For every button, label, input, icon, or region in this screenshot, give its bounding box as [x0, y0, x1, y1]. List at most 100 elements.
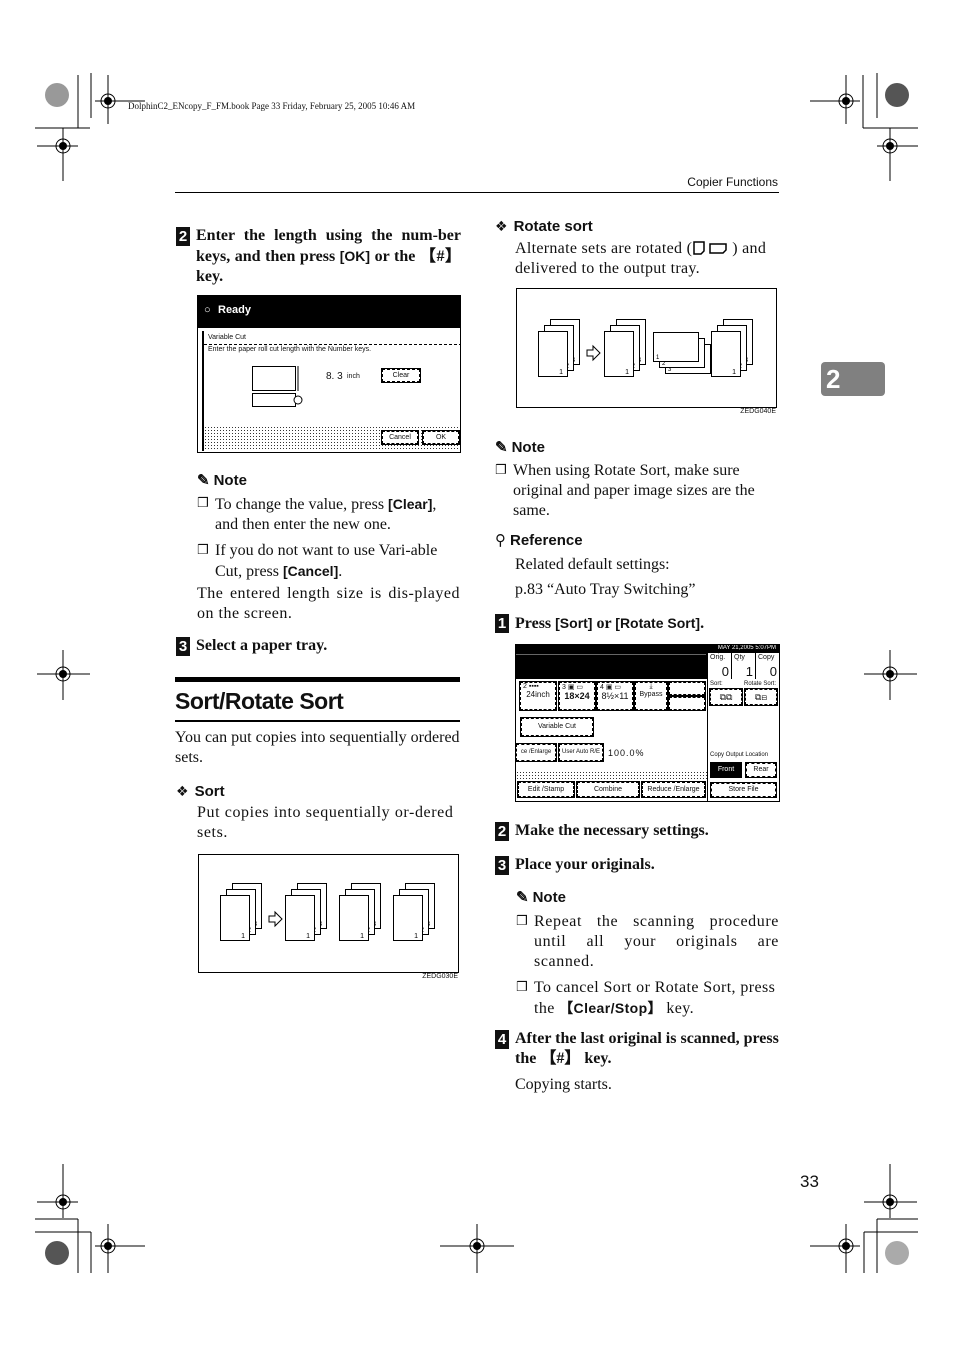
page-label: 1 — [414, 933, 418, 940]
sort-figure: 321 321 321 321 — [198, 854, 459, 973]
note-text: When using Rotate Sort, make sure origin… — [513, 462, 755, 519]
note-heading: ✎ Note — [495, 438, 545, 457]
note-text: . — [338, 563, 343, 580]
qty-value: 1 — [745, 664, 753, 679]
step-text: key. — [196, 268, 224, 285]
step-text: or the — [370, 248, 420, 265]
tray-size: 8½×11 — [601, 691, 629, 701]
rotated-stack: 321 — [653, 332, 711, 374]
step-number: 2 — [495, 822, 509, 841]
rotate-sort-description: Alternate sets are rotated () and delive… — [515, 239, 779, 279]
ready-icon: ○ — [204, 304, 211, 316]
length-unit: inch — [347, 373, 360, 380]
diamond-bullet-icon: ❖ — [176, 783, 189, 800]
blank-tray-button[interactable] — [668, 681, 706, 696]
pencil-icon: ✎ — [197, 472, 210, 489]
sort-label: Sort: — [710, 681, 723, 687]
datetime: MAY 21,2005 5:07PM — [717, 645, 776, 651]
step-text: key. — [580, 1050, 612, 1067]
variable-cut-button[interactable]: Variable Cut — [520, 717, 594, 737]
tray-3-button[interactable]: 3 ▣ ▭ 18×24 — [558, 681, 596, 711]
rotate-sort-heading: ❖ Rotate sort — [495, 218, 593, 235]
note-item: ❒ To change the value, press [Clear], an… — [197, 494, 460, 535]
cancel-button[interactable]: Cancel — [381, 430, 419, 445]
note-item: ❒ Repeat the scanning procedure until al… — [516, 912, 779, 972]
sort-button[interactable]: ⧉⧉ — [709, 688, 743, 706]
page-sheet — [538, 331, 568, 377]
tray-number: 4 — [600, 684, 604, 691]
length-value: 8. 3 — [326, 371, 343, 382]
step-3-select-tray: 3 Select a paper tray. — [176, 636, 461, 656]
bypass-button[interactable]: ⤓ Bypass — [634, 681, 668, 711]
sorted-set: 321 — [339, 883, 381, 941]
step-number: 4 — [495, 1030, 509, 1049]
original-stack: 321 — [538, 319, 580, 377]
note-text: To change the value, press — [215, 496, 389, 513]
magnifier-icon: ⚲ — [495, 531, 506, 549]
dotted-strip — [516, 771, 707, 780]
user-auto-re-button[interactable]: User Auto R/E — [558, 743, 604, 762]
running-head: Copier Functions — [687, 175, 778, 189]
combine-button[interactable]: Combine — [576, 781, 640, 798]
store-file-button[interactable]: Store File — [710, 782, 777, 798]
rotate-sort-button[interactable]: ⧉⊟ — [744, 688, 778, 706]
copier-main-screen: MAY 21,2005 5:07PM Orig. 0 Qty 1 Copy 0 … — [515, 644, 780, 802]
dialog-title: Variable Cut — [208, 334, 247, 341]
checkbox-bullet-icon: ❒ — [516, 914, 529, 929]
blank-tray-button[interactable] — [668, 696, 706, 711]
bypass-icon: ⤓ — [649, 683, 653, 690]
rotate-sort-label: Rotate Sort: — [743, 681, 776, 687]
note-list: ❒ Repeat the scanning procedure until al… — [516, 912, 779, 1019]
arrow-icon — [586, 344, 601, 362]
edit-stamp-button[interactable]: Edit /Stamp — [517, 781, 575, 798]
clear-button[interactable]: Clear — [381, 368, 421, 383]
note-list: ❒ To change the value, press [Clear], an… — [197, 494, 460, 582]
step-text: Place your originals. — [515, 856, 655, 873]
copy-output-location-label: Copy Output Location — [710, 752, 769, 758]
sort-heading: ❖ Sort — [176, 783, 225, 800]
hash-key-label: 【#】 — [540, 1050, 581, 1067]
rotate-sort-diagram: 321321321321 — [538, 319, 753, 377]
tray-4-button[interactable]: 4 ▣ ▭ 8½×11 — [596, 681, 634, 711]
page-sheet — [393, 895, 423, 941]
tray-number: 2 — [523, 683, 527, 690]
ok-button[interactable]: OK — [422, 430, 460, 445]
sort-description: Put copies into sequentially or-dered se… — [197, 804, 454, 841]
step-number: 2 — [176, 227, 190, 246]
rotate-sort-figure: 321321321321 — [516, 288, 777, 408]
note-heading: ✎ Note — [197, 471, 247, 490]
chapter-tab: 2 — [821, 362, 885, 396]
dialog-panel: Variable Cut Enter the paper roll cut le… — [202, 331, 460, 451]
tray-2-button[interactable]: 2 ▪▪▪▪ 24inch — [519, 681, 557, 711]
step-text: Press — [515, 615, 556, 632]
arrow-icon — [268, 910, 283, 928]
length-displayed-text: The entered length size is dis-played on… — [197, 585, 460, 622]
orientation-icon — [693, 241, 727, 255]
section-intro: You can put copies into sequentially ord… — [175, 729, 460, 766]
step-text: Select a paper tray. — [196, 637, 328, 654]
reference-link[interactable]: p.83 “Auto Tray Switching” — [515, 580, 695, 600]
rotate-sort-key-label: [Rotate Sort] — [615, 615, 701, 631]
note-title: Note — [532, 888, 566, 906]
dialog-instruction: Enter the paper roll cut length with the… — [208, 346, 372, 353]
tray-size: Bypass — [639, 691, 663, 698]
reference-title: Reference — [510, 531, 583, 549]
tray-number: 3 — [562, 684, 566, 691]
figure-code: ZEDG030E — [422, 973, 458, 980]
step-number: 3 — [495, 856, 509, 875]
sort-key-label: [Sort] — [555, 615, 593, 631]
front-output-button[interactable]: Front — [710, 762, 742, 778]
step-4-press-hash: 4 After the last original is scanned, pr… — [495, 1029, 780, 1069]
note-text: key. — [661, 1000, 695, 1017]
rotate-sort-title: Rotate sort — [513, 218, 593, 235]
page-label: 1 — [559, 369, 563, 376]
tray-size: 24inch — [526, 690, 550, 699]
step-1-press-sort: 1 Press [Sort] or [Rotate Sort]. — [495, 613, 780, 634]
reduce-enlarge-button[interactable]: Reduce /Enlarge — [641, 781, 706, 798]
pencil-icon: ✎ — [495, 439, 508, 456]
reduce-enlarge-button-partial[interactable]: ce /Enlarge — [516, 743, 557, 762]
description-text: Alternate sets are rotated ( — [515, 240, 693, 257]
page-sheet — [711, 331, 741, 377]
rear-output-button[interactable]: Rear — [745, 762, 777, 778]
reference-heading: ⚲ Reference — [495, 531, 583, 549]
